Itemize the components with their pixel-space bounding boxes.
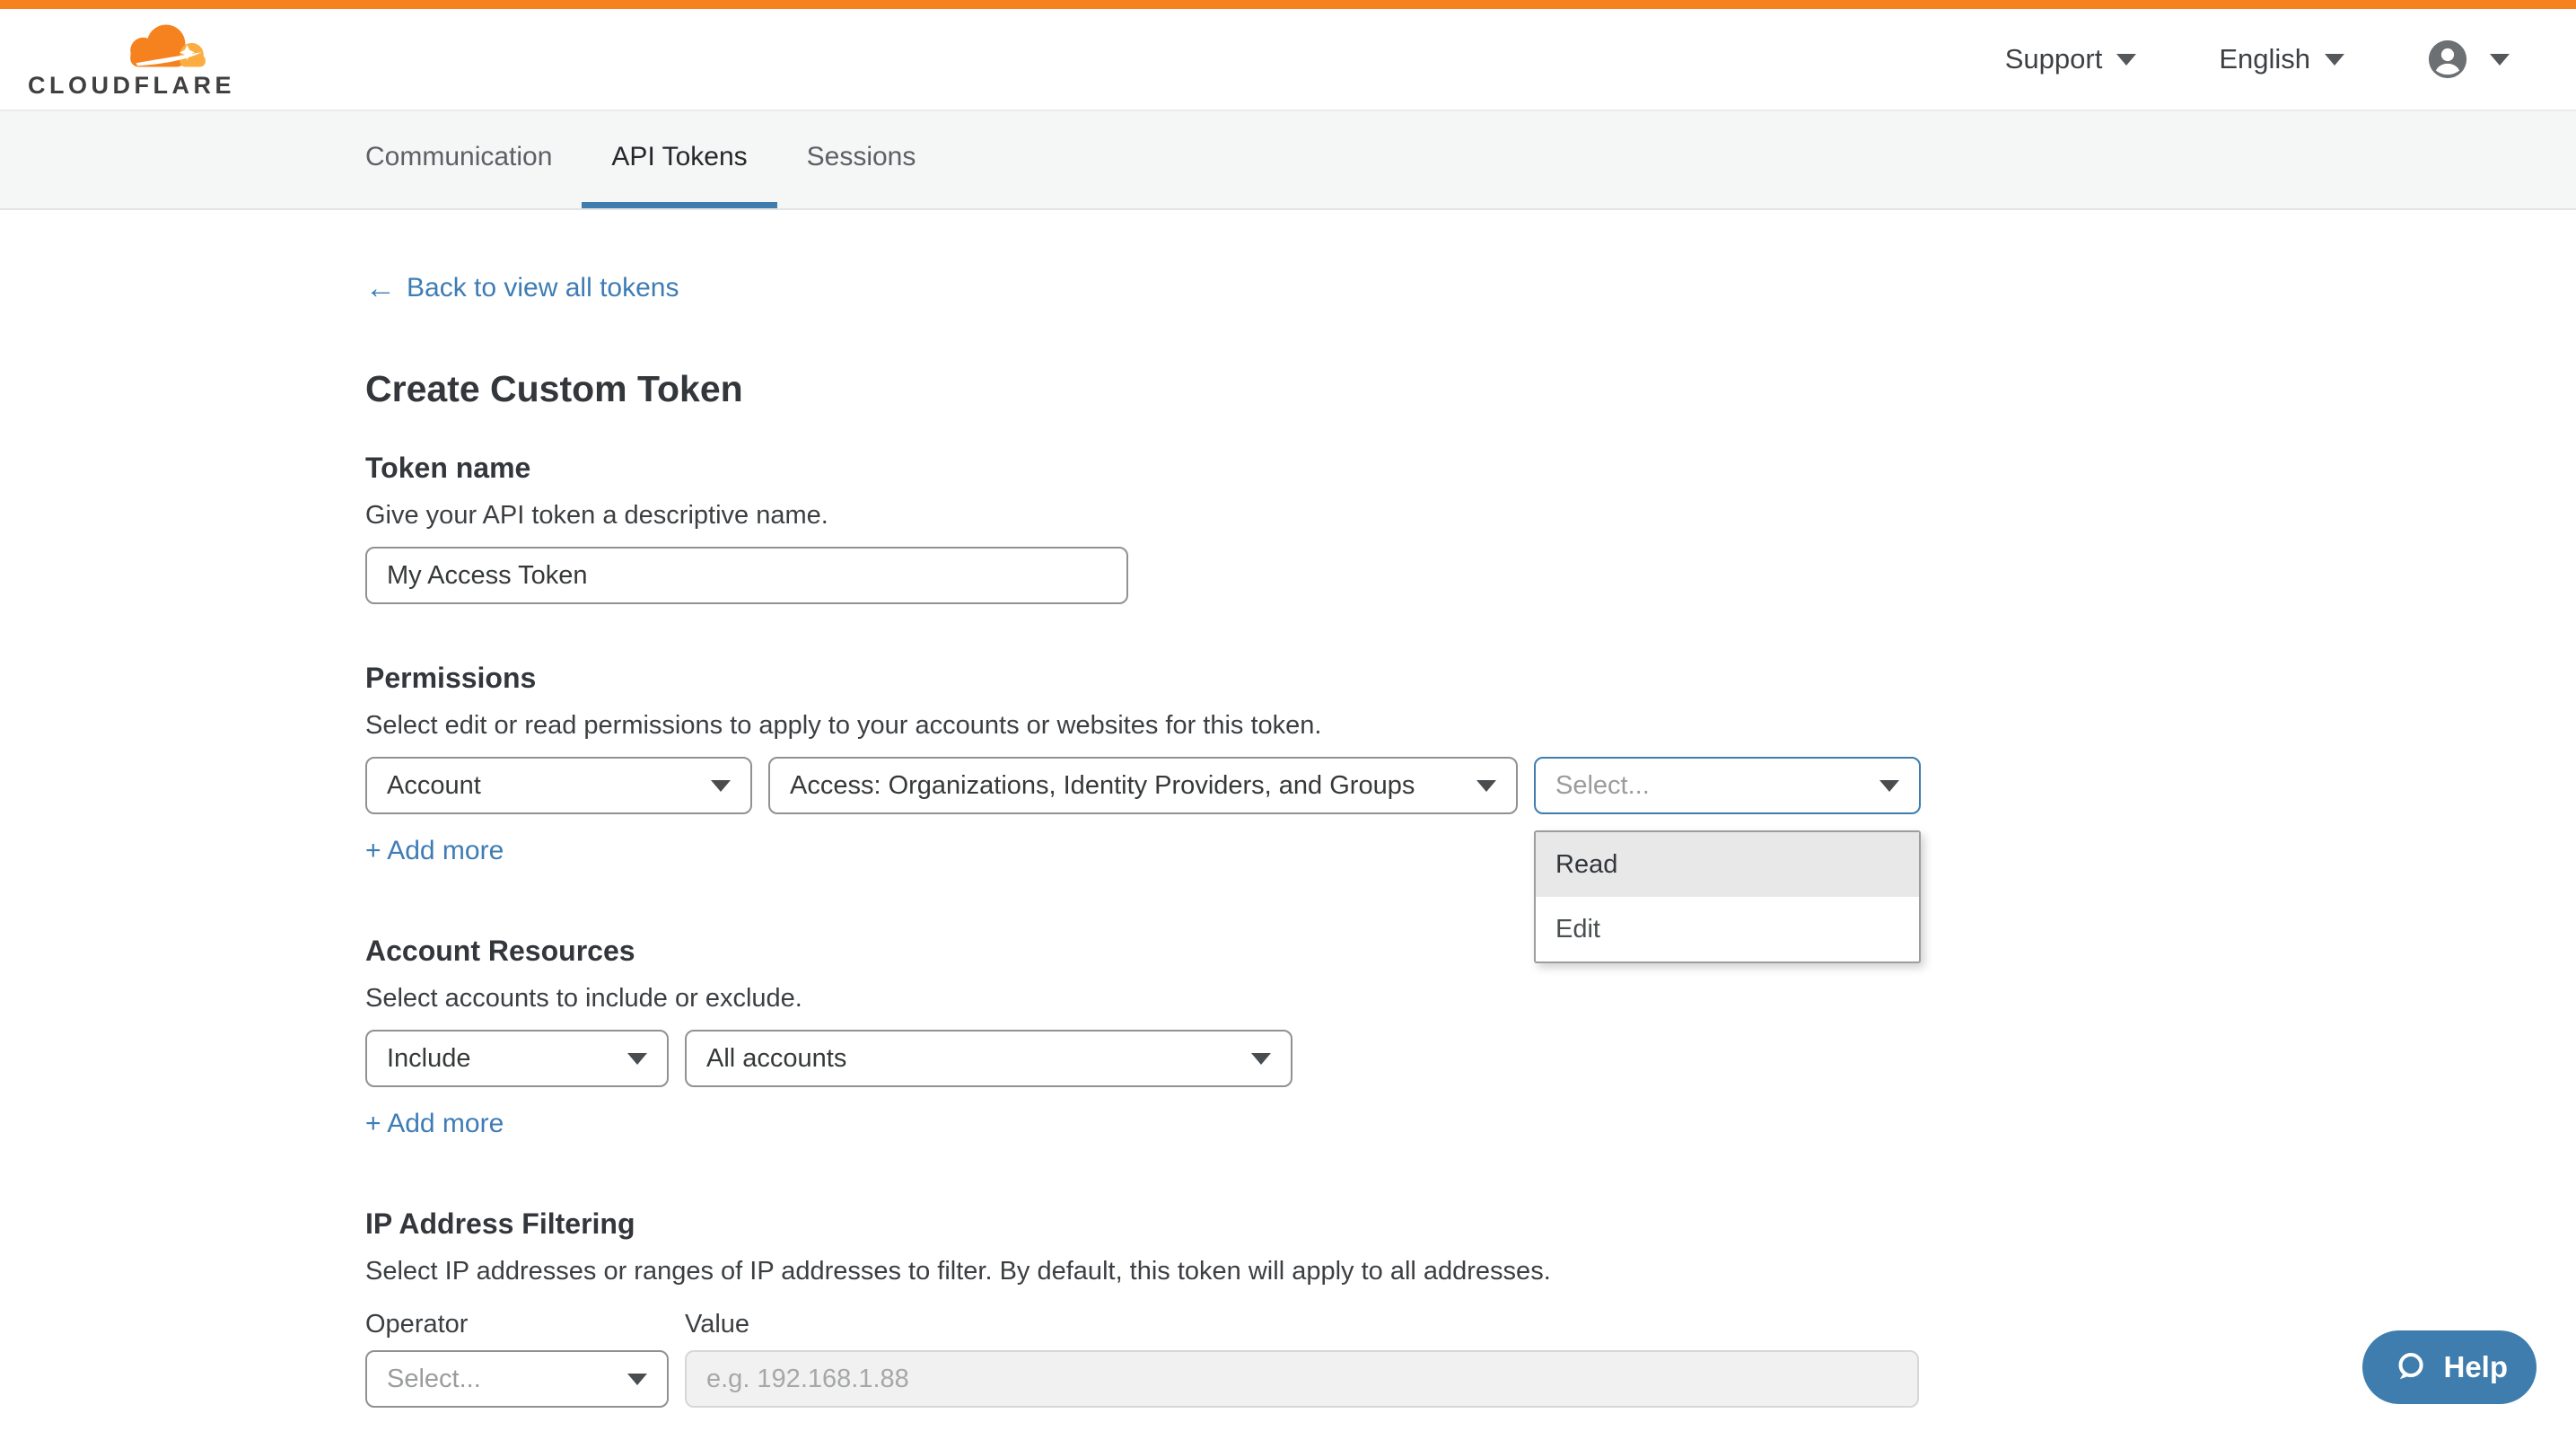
chevron-down-icon bbox=[2116, 54, 2136, 66]
back-to-tokens-link[interactable]: ← Back to view all tokens bbox=[365, 273, 679, 303]
ip-filtering-row: Select... bbox=[365, 1350, 2576, 1408]
help-button[interactable]: Help bbox=[2362, 1330, 2537, 1404]
profile-tabs: Communication API Tokens Sessions bbox=[0, 111, 2576, 210]
support-label: Support bbox=[2005, 43, 2103, 75]
permissions-heading: Permissions bbox=[365, 662, 2576, 695]
brand-top-bar bbox=[0, 0, 2576, 9]
permission-level-select-wrap: Select... Read Edit bbox=[1534, 757, 1921, 814]
chevron-down-icon bbox=[2325, 54, 2344, 66]
chat-bubble-icon bbox=[2391, 1348, 2429, 1386]
menu-option-read[interactable]: Read bbox=[1536, 832, 1919, 897]
permission-scope-select[interactable]: Account bbox=[365, 757, 752, 814]
cloudflare-logo[interactable]: CLOUDFLARE bbox=[28, 20, 211, 100]
permission-resource-value: Access: Organizations, Identity Provider… bbox=[790, 771, 1415, 801]
ip-value-input[interactable] bbox=[685, 1350, 1919, 1408]
token-name-heading: Token name bbox=[365, 452, 2576, 485]
back-arrow-icon: ← bbox=[365, 275, 396, 302]
tab-sessions[interactable]: Sessions bbox=[777, 111, 946, 208]
token-name-input[interactable] bbox=[365, 547, 1128, 604]
support-menu[interactable]: Support bbox=[2005, 43, 2137, 75]
help-button-label: Help bbox=[2443, 1350, 2508, 1384]
cloudflare-cloud-icon bbox=[28, 20, 211, 74]
permission-resource-select[interactable]: Access: Organizations, Identity Provider… bbox=[768, 757, 1518, 814]
permissions-add-more-link[interactable]: + Add more bbox=[365, 836, 504, 866]
permission-level-menu: Read Edit bbox=[1534, 830, 1921, 963]
chevron-down-icon bbox=[1251, 1053, 1271, 1065]
header-nav: Support English bbox=[2005, 39, 2510, 80]
value-label: Value bbox=[685, 1310, 749, 1339]
ip-operator-select[interactable]: Select... bbox=[365, 1350, 669, 1408]
back-link-label: Back to view all tokens bbox=[407, 273, 679, 303]
tab-communication[interactable]: Communication bbox=[336, 111, 582, 208]
permission-scope-value: Account bbox=[387, 771, 481, 801]
language-label: English bbox=[2219, 43, 2310, 75]
account-resources-description: Select accounts to include or exclude. bbox=[365, 984, 2576, 1014]
ip-operator-placeholder: Select... bbox=[387, 1365, 481, 1394]
page-title: Create Custom Token bbox=[365, 368, 2576, 410]
chevron-down-icon bbox=[2490, 54, 2510, 66]
chevron-down-icon bbox=[1879, 780, 1899, 792]
account-resources-row: Include All accounts bbox=[365, 1030, 2576, 1087]
user-avatar-icon bbox=[2427, 39, 2468, 80]
chevron-down-icon bbox=[627, 1374, 647, 1385]
account-resources-mode-select[interactable]: Include bbox=[365, 1030, 669, 1087]
account-resources-target-select[interactable]: All accounts bbox=[685, 1030, 1292, 1087]
tab-api-tokens[interactable]: API Tokens bbox=[582, 111, 776, 208]
account-resources-target-value: All accounts bbox=[706, 1044, 846, 1074]
permissions-description: Select edit or read permissions to apply… bbox=[365, 711, 2576, 741]
operator-label: Operator bbox=[365, 1310, 685, 1339]
ip-filtering-labels: Operator Value bbox=[365, 1310, 2576, 1339]
chevron-down-icon bbox=[627, 1053, 647, 1065]
ip-filtering-description: Select IP addresses or ranges of IP addr… bbox=[365, 1257, 2576, 1286]
chevron-down-icon bbox=[1476, 780, 1496, 792]
account-resources-add-more-link[interactable]: + Add more bbox=[365, 1109, 504, 1139]
account-menu[interactable] bbox=[2427, 39, 2510, 80]
language-menu[interactable]: English bbox=[2219, 43, 2344, 75]
chevron-down-icon bbox=[711, 780, 731, 792]
permissions-row: Account Access: Organizations, Identity … bbox=[365, 757, 2576, 814]
account-resources-mode-value: Include bbox=[387, 1044, 471, 1074]
permission-level-placeholder: Select... bbox=[1555, 771, 1650, 801]
menu-option-edit[interactable]: Edit bbox=[1536, 897, 1919, 961]
header: CLOUDFLARE Support English bbox=[0, 9, 2576, 111]
ip-filtering-heading: IP Address Filtering bbox=[365, 1207, 2576, 1241]
main-content: ← Back to view all tokens Create Custom … bbox=[0, 210, 2576, 1408]
account-resources-heading: Account Resources bbox=[365, 935, 2576, 968]
permission-level-select[interactable]: Select... bbox=[1534, 757, 1921, 814]
cloudflare-wordmark: CLOUDFLARE bbox=[28, 72, 211, 100]
token-name-description: Give your API token a descriptive name. bbox=[365, 501, 2576, 531]
